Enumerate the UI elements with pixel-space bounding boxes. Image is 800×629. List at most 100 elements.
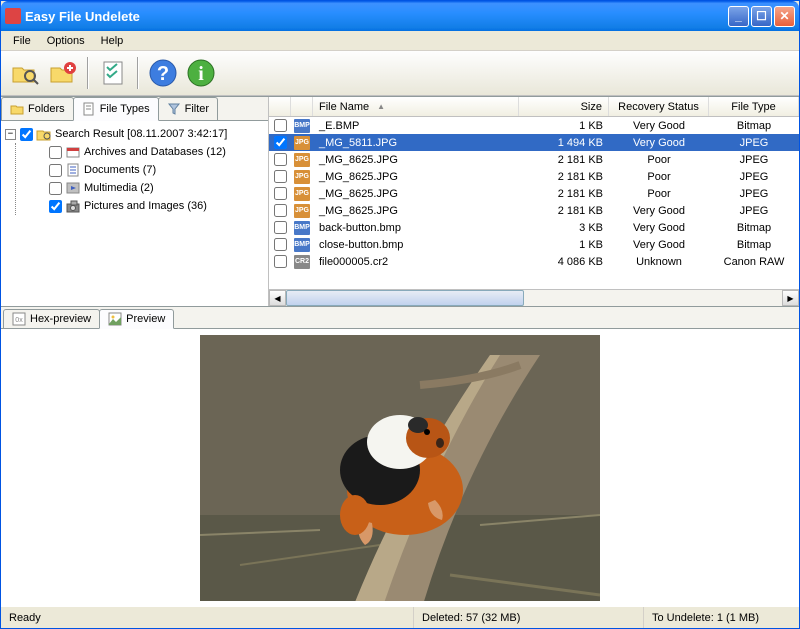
tree-item-icon bbox=[65, 144, 81, 160]
tab-preview[interactable]: Preview bbox=[99, 309, 174, 329]
info-icon: i bbox=[186, 58, 216, 88]
tab-hex-preview[interactable]: 0x Hex-preview bbox=[3, 309, 100, 328]
status-undelete: To Undelete: 1 (1 MB) bbox=[644, 607, 799, 628]
row-checkbox[interactable] bbox=[274, 204, 287, 217]
row-checkbox[interactable] bbox=[274, 221, 287, 234]
header-status[interactable]: Recovery Status bbox=[609, 97, 709, 116]
tree-root[interactable]: − Search Result [08.11.2007 3:42:17] bbox=[5, 125, 264, 143]
bmp-file-icon: BMP bbox=[294, 238, 310, 252]
tree-item-icon bbox=[65, 198, 81, 214]
jpg-file-icon: JPG bbox=[294, 136, 310, 150]
header-checkbox-col[interactable] bbox=[269, 97, 291, 116]
tree-item[interactable]: Multimedia (2) bbox=[34, 179, 264, 197]
horizontal-scrollbar[interactable]: ◀ ▶ bbox=[269, 289, 799, 306]
row-checkbox[interactable] bbox=[274, 136, 287, 149]
info-button[interactable]: i bbox=[183, 55, 219, 91]
toolbar-separator bbox=[87, 57, 89, 89]
table-row[interactable]: BMPback-button.bmp3 KBVery GoodBitmap bbox=[269, 219, 799, 236]
tree-item-checkbox[interactable] bbox=[49, 146, 62, 159]
bmp-file-icon: BMP bbox=[294, 221, 310, 235]
titlebar[interactable]: Easy File Undelete _ ☐ ✕ bbox=[1, 1, 799, 31]
row-checkbox[interactable] bbox=[274, 255, 287, 268]
table-row[interactable]: JPG_MG_8625.JPG2 181 KBPoorJPEG bbox=[269, 185, 799, 202]
options-button[interactable] bbox=[95, 55, 131, 91]
cell-type: JPEG bbox=[709, 137, 799, 149]
tab-file-types[interactable]: File Types bbox=[73, 97, 159, 121]
table-row[interactable]: JPG_MG_8625.JPG2 181 KBVery GoodJPEG bbox=[269, 202, 799, 219]
menu-options[interactable]: Options bbox=[39, 33, 93, 49]
table-row[interactable]: BMP_E.BMP1 KBVery GoodBitmap bbox=[269, 117, 799, 134]
svg-text:?: ? bbox=[157, 63, 169, 85]
cell-status: Very Good bbox=[609, 239, 709, 251]
jpg-file-icon: JPG bbox=[294, 170, 310, 184]
scroll-left-button[interactable]: ◀ bbox=[269, 290, 286, 306]
header-size[interactable]: Size bbox=[519, 97, 609, 116]
tree-collapse-icon[interactable]: − bbox=[5, 129, 16, 140]
cell-size: 1 494 KB bbox=[519, 137, 609, 149]
cell-type: JPEG bbox=[709, 171, 799, 183]
row-checkbox[interactable] bbox=[274, 153, 287, 166]
minimize-button[interactable]: _ bbox=[728, 6, 749, 27]
jpg-file-icon: JPG bbox=[294, 187, 310, 201]
options-icon bbox=[98, 58, 128, 88]
scroll-thumb[interactable] bbox=[286, 290, 524, 306]
tree-item-label: Documents (7) bbox=[84, 164, 156, 176]
cell-status: Very Good bbox=[609, 120, 709, 132]
tab-folders[interactable]: Folders bbox=[1, 97, 74, 120]
cell-name: _E.BMP bbox=[313, 120, 519, 132]
header-type[interactable]: File Type bbox=[709, 97, 799, 116]
header-icon-col[interactable] bbox=[291, 97, 313, 116]
table-row[interactable]: JPG_MG_5811.JPG1 494 KBVery GoodJPEG bbox=[269, 134, 799, 151]
scroll-right-button[interactable]: ▶ bbox=[782, 290, 799, 306]
cell-status: Very Good bbox=[609, 205, 709, 217]
cell-name: back-button.bmp bbox=[313, 222, 519, 234]
header-name[interactable]: File Name▲ bbox=[313, 97, 519, 116]
help-button[interactable]: ? bbox=[145, 55, 181, 91]
preview-tab-row: 0x Hex-preview Preview bbox=[1, 307, 799, 329]
tree-item[interactable]: Documents (7) bbox=[34, 161, 264, 179]
cell-name: file000005.cr2 bbox=[313, 256, 519, 268]
table-row[interactable]: JPG_MG_8625.JPG2 181 KBPoorJPEG bbox=[269, 168, 799, 185]
undelete-folder-icon bbox=[48, 58, 78, 88]
maximize-button[interactable]: ☐ bbox=[751, 6, 772, 27]
row-checkbox[interactable] bbox=[274, 119, 287, 132]
table-row[interactable]: JPG_MG_8625.JPG2 181 KBPoorJPEG bbox=[269, 151, 799, 168]
preview-image bbox=[200, 335, 600, 601]
table-row[interactable]: BMPclose-button.bmp1 KBVery GoodBitmap bbox=[269, 236, 799, 253]
cell-type: Canon RAW bbox=[709, 256, 799, 268]
tree-item-checkbox[interactable] bbox=[49, 182, 62, 195]
row-checkbox[interactable] bbox=[274, 170, 287, 183]
file-types-tree: − Search Result [08.11.2007 3:42:17] Arc… bbox=[1, 121, 268, 306]
cell-size: 1 KB bbox=[519, 239, 609, 251]
tree-item-checkbox[interactable] bbox=[49, 200, 62, 213]
toolbar: ? i bbox=[1, 51, 799, 96]
tree-root-label: Search Result [08.11.2007 3:42:17] bbox=[55, 128, 227, 140]
svg-text:0x: 0x bbox=[15, 317, 23, 324]
tree-root-checkbox[interactable] bbox=[20, 128, 33, 141]
undelete-button[interactable] bbox=[45, 55, 81, 91]
cell-name: _MG_8625.JPG bbox=[313, 171, 519, 183]
file-table: File Name▲ Size Recovery Status File Typ… bbox=[269, 97, 799, 289]
tree-item[interactable]: Archives and Databases (12) bbox=[34, 143, 264, 161]
table-row[interactable]: CR2file000005.cr24 086 KBUnknownCanon RA… bbox=[269, 253, 799, 270]
cell-size: 2 181 KB bbox=[519, 171, 609, 183]
cell-status: Poor bbox=[609, 171, 709, 183]
cell-name: _MG_8625.JPG bbox=[313, 154, 519, 166]
tree-item-icon bbox=[65, 162, 81, 178]
row-checkbox[interactable] bbox=[274, 187, 287, 200]
app-icon bbox=[5, 8, 21, 24]
tree-item[interactable]: Pictures and Images (36) bbox=[34, 197, 264, 215]
row-checkbox[interactable] bbox=[274, 238, 287, 251]
search-button[interactable] bbox=[7, 55, 43, 91]
close-button[interactable]: ✕ bbox=[774, 6, 795, 27]
cell-size: 4 086 KB bbox=[519, 256, 609, 268]
svg-text:i: i bbox=[198, 63, 204, 85]
search-result-icon bbox=[36, 126, 52, 142]
tab-filter[interactable]: Filter bbox=[158, 97, 218, 120]
menu-file[interactable]: File bbox=[5, 33, 39, 49]
toolbar-separator bbox=[137, 57, 139, 89]
menu-help[interactable]: Help bbox=[93, 33, 132, 49]
scroll-track[interactable] bbox=[286, 290, 782, 306]
tree-item-icon bbox=[65, 180, 81, 196]
tree-item-checkbox[interactable] bbox=[49, 164, 62, 177]
